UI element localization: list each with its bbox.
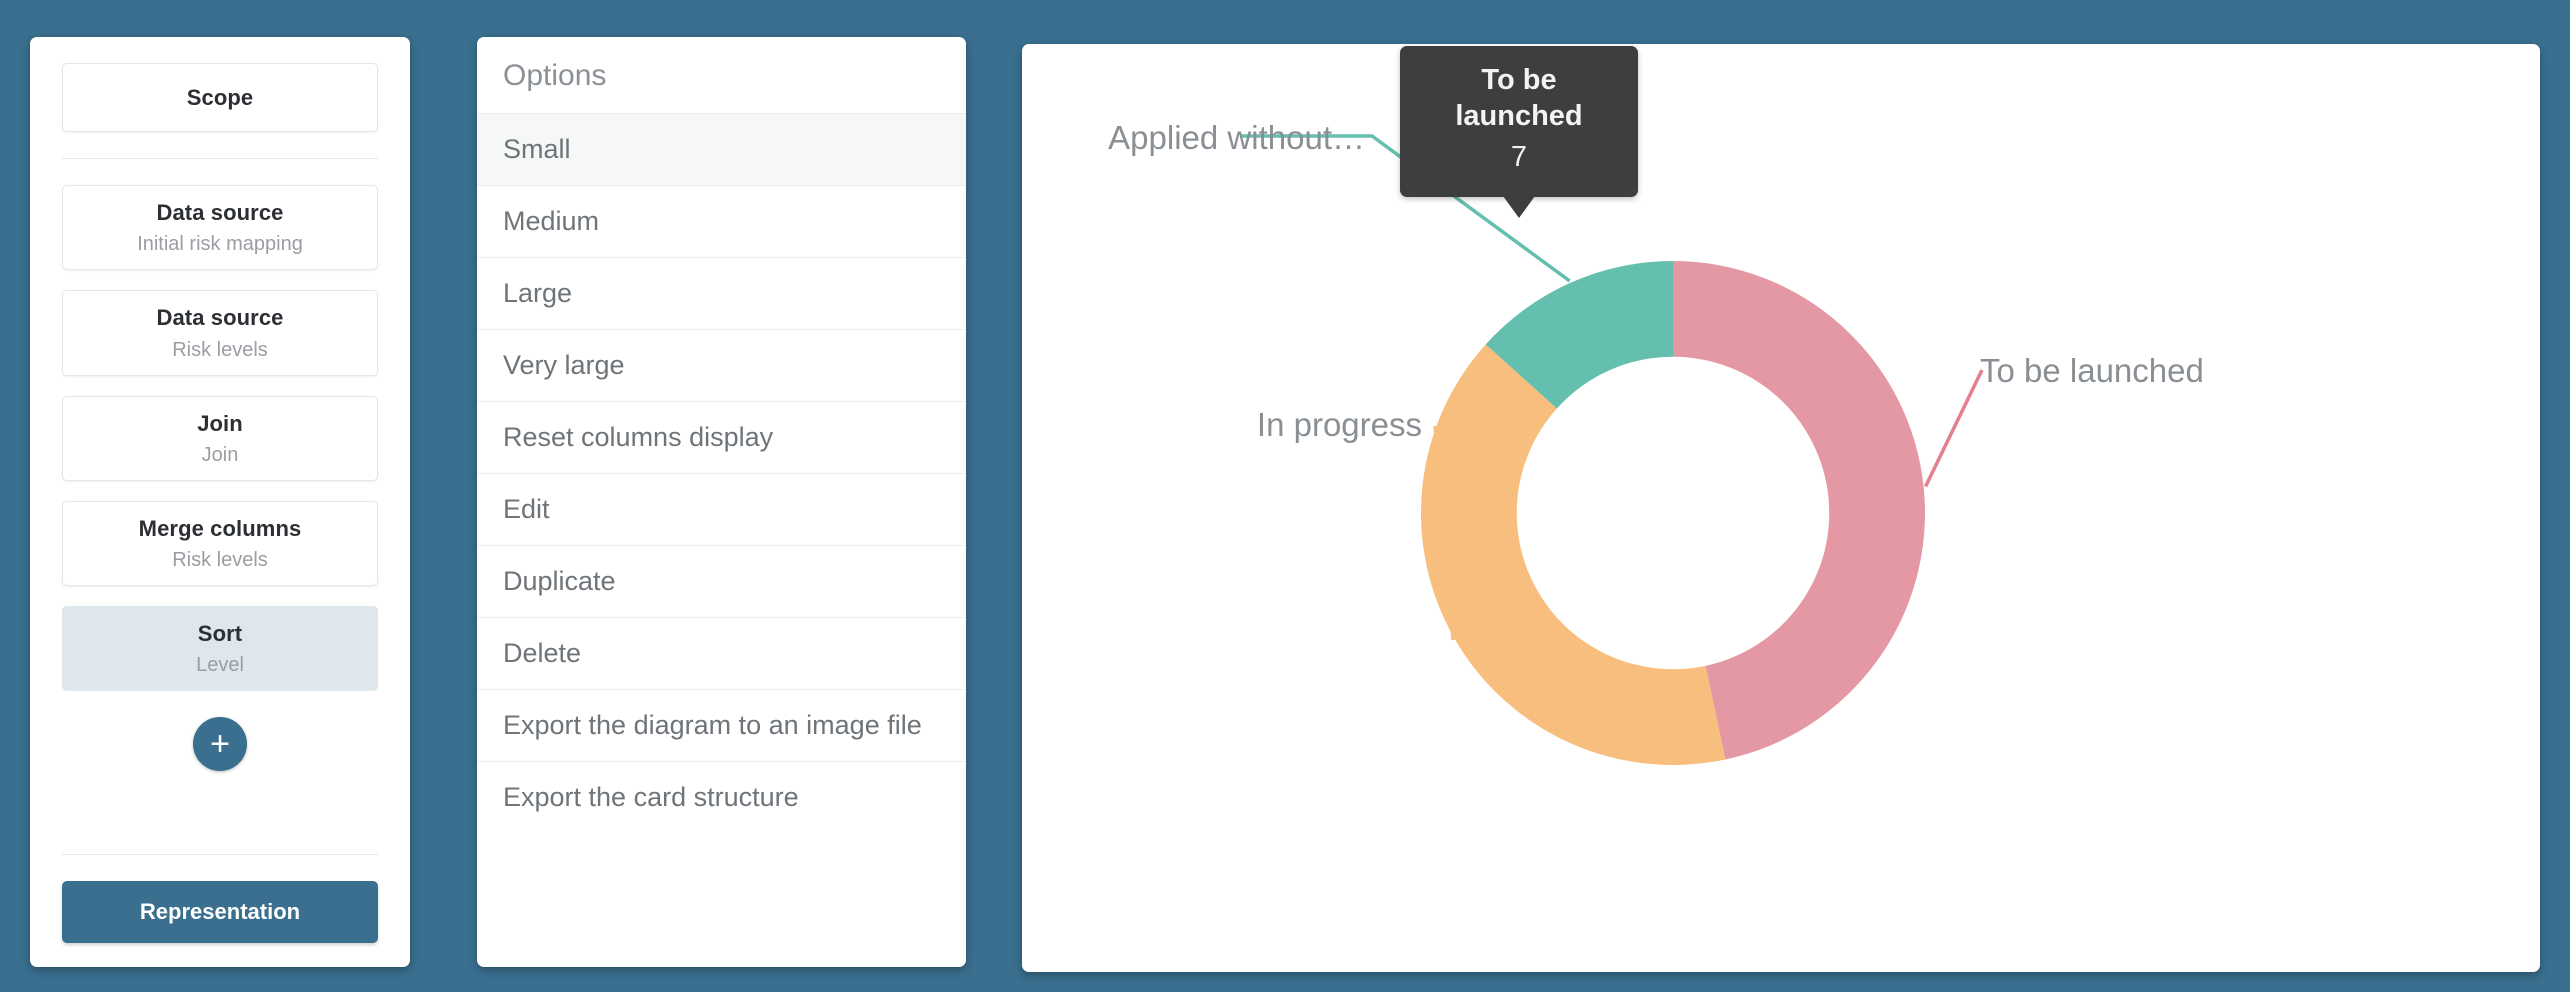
chart-tooltip-value: 7 bbox=[1510, 140, 1528, 173]
panel-spacer bbox=[62, 771, 378, 828]
step-title: Merge columns bbox=[138, 515, 302, 541]
chart-tooltip-title: To be launched bbox=[1455, 64, 1583, 133]
options-menu-item-export-diagram-image[interactable]: Export the diagram to an image file bbox=[477, 690, 966, 762]
step-title: Sort bbox=[197, 620, 243, 646]
representation-button[interactable]: Representation bbox=[62, 881, 378, 943]
donut-slice[interactable] bbox=[1421, 344, 1726, 766]
options-menu-item-reset-columns-display[interactable]: Reset columns display bbox=[477, 402, 966, 474]
plus-icon[interactable]: + bbox=[193, 717, 247, 772]
donut-chart: Applied without… In progress To be launc… bbox=[1108, 119, 2204, 766]
options-menu-item-edit[interactable]: Edit bbox=[477, 474, 966, 546]
step-title: Scope bbox=[186, 85, 254, 110]
step-subtitle: Initial risk mapping bbox=[137, 233, 303, 256]
options-menu-item-small[interactable]: Small bbox=[477, 114, 966, 186]
step-subtitle: Risk levels bbox=[172, 338, 268, 361]
panel-divider-bottom bbox=[62, 854, 378, 855]
pie-label-applied-without: Applied without… bbox=[1108, 119, 1365, 156]
chart-panel: Applied without… In progress To be launc… bbox=[1022, 44, 2540, 972]
leader-line-to-be-launched bbox=[1924, 369, 1984, 488]
options-menu-list: Small Medium Large Very large Reset colu… bbox=[477, 114, 966, 833]
options-menu-item-very-large[interactable]: Very large bbox=[477, 330, 966, 402]
pipeline-panel: Scope Data source Initial risk mapping D… bbox=[30, 37, 410, 967]
step-title: Join bbox=[197, 410, 243, 436]
options-menu-panel: Options Small Medium Large Very large Re… bbox=[477, 37, 966, 967]
options-menu-item-export-card-structure[interactable]: Export the card structure bbox=[477, 762, 966, 833]
step-subtitle: Level bbox=[196, 654, 244, 677]
pipeline-step-scope[interactable]: Scope bbox=[62, 63, 378, 133]
workspace: Scope Data source Initial risk mapping D… bbox=[0, 0, 2570, 992]
step-title: Data source bbox=[156, 305, 284, 331]
pipeline-step-data-source-initial-risk-mapping[interactable]: Data source Initial risk mapping bbox=[62, 185, 378, 271]
chart-tooltip: To be launched 7 bbox=[1400, 46, 1638, 218]
pipeline-step-merge-columns[interactable]: Merge columns Risk levels bbox=[62, 500, 378, 586]
pipeline-step-sort[interactable]: Sort Level bbox=[62, 605, 378, 692]
options-menu-item-duplicate[interactable]: Duplicate bbox=[477, 546, 966, 618]
options-menu-item-large[interactable]: Large bbox=[477, 258, 966, 330]
donut-slices[interactable] bbox=[1421, 261, 1926, 766]
panel-divider-top bbox=[62, 158, 378, 160]
pie-label-in-progress: In progress bbox=[1257, 406, 1422, 443]
options-menu-item-delete[interactable]: Delete bbox=[477, 618, 966, 690]
donut-slice[interactable] bbox=[1673, 261, 1926, 760]
step-title: Data source bbox=[156, 200, 284, 226]
add-step-row: + bbox=[62, 717, 378, 772]
chart-tooltip-arrow bbox=[1503, 195, 1535, 218]
options-menu-item-medium[interactable]: Medium bbox=[477, 186, 966, 258]
pie-label-to-be-launched: To be launched bbox=[1980, 352, 2204, 389]
options-menu-header: Options bbox=[477, 37, 966, 114]
pipeline-step-join[interactable]: Join Join bbox=[62, 395, 378, 481]
pipeline-step-data-source-risk-levels[interactable]: Data source Risk levels bbox=[62, 290, 378, 376]
step-subtitle: Risk levels bbox=[172, 548, 268, 571]
step-subtitle: Join bbox=[201, 443, 239, 466]
